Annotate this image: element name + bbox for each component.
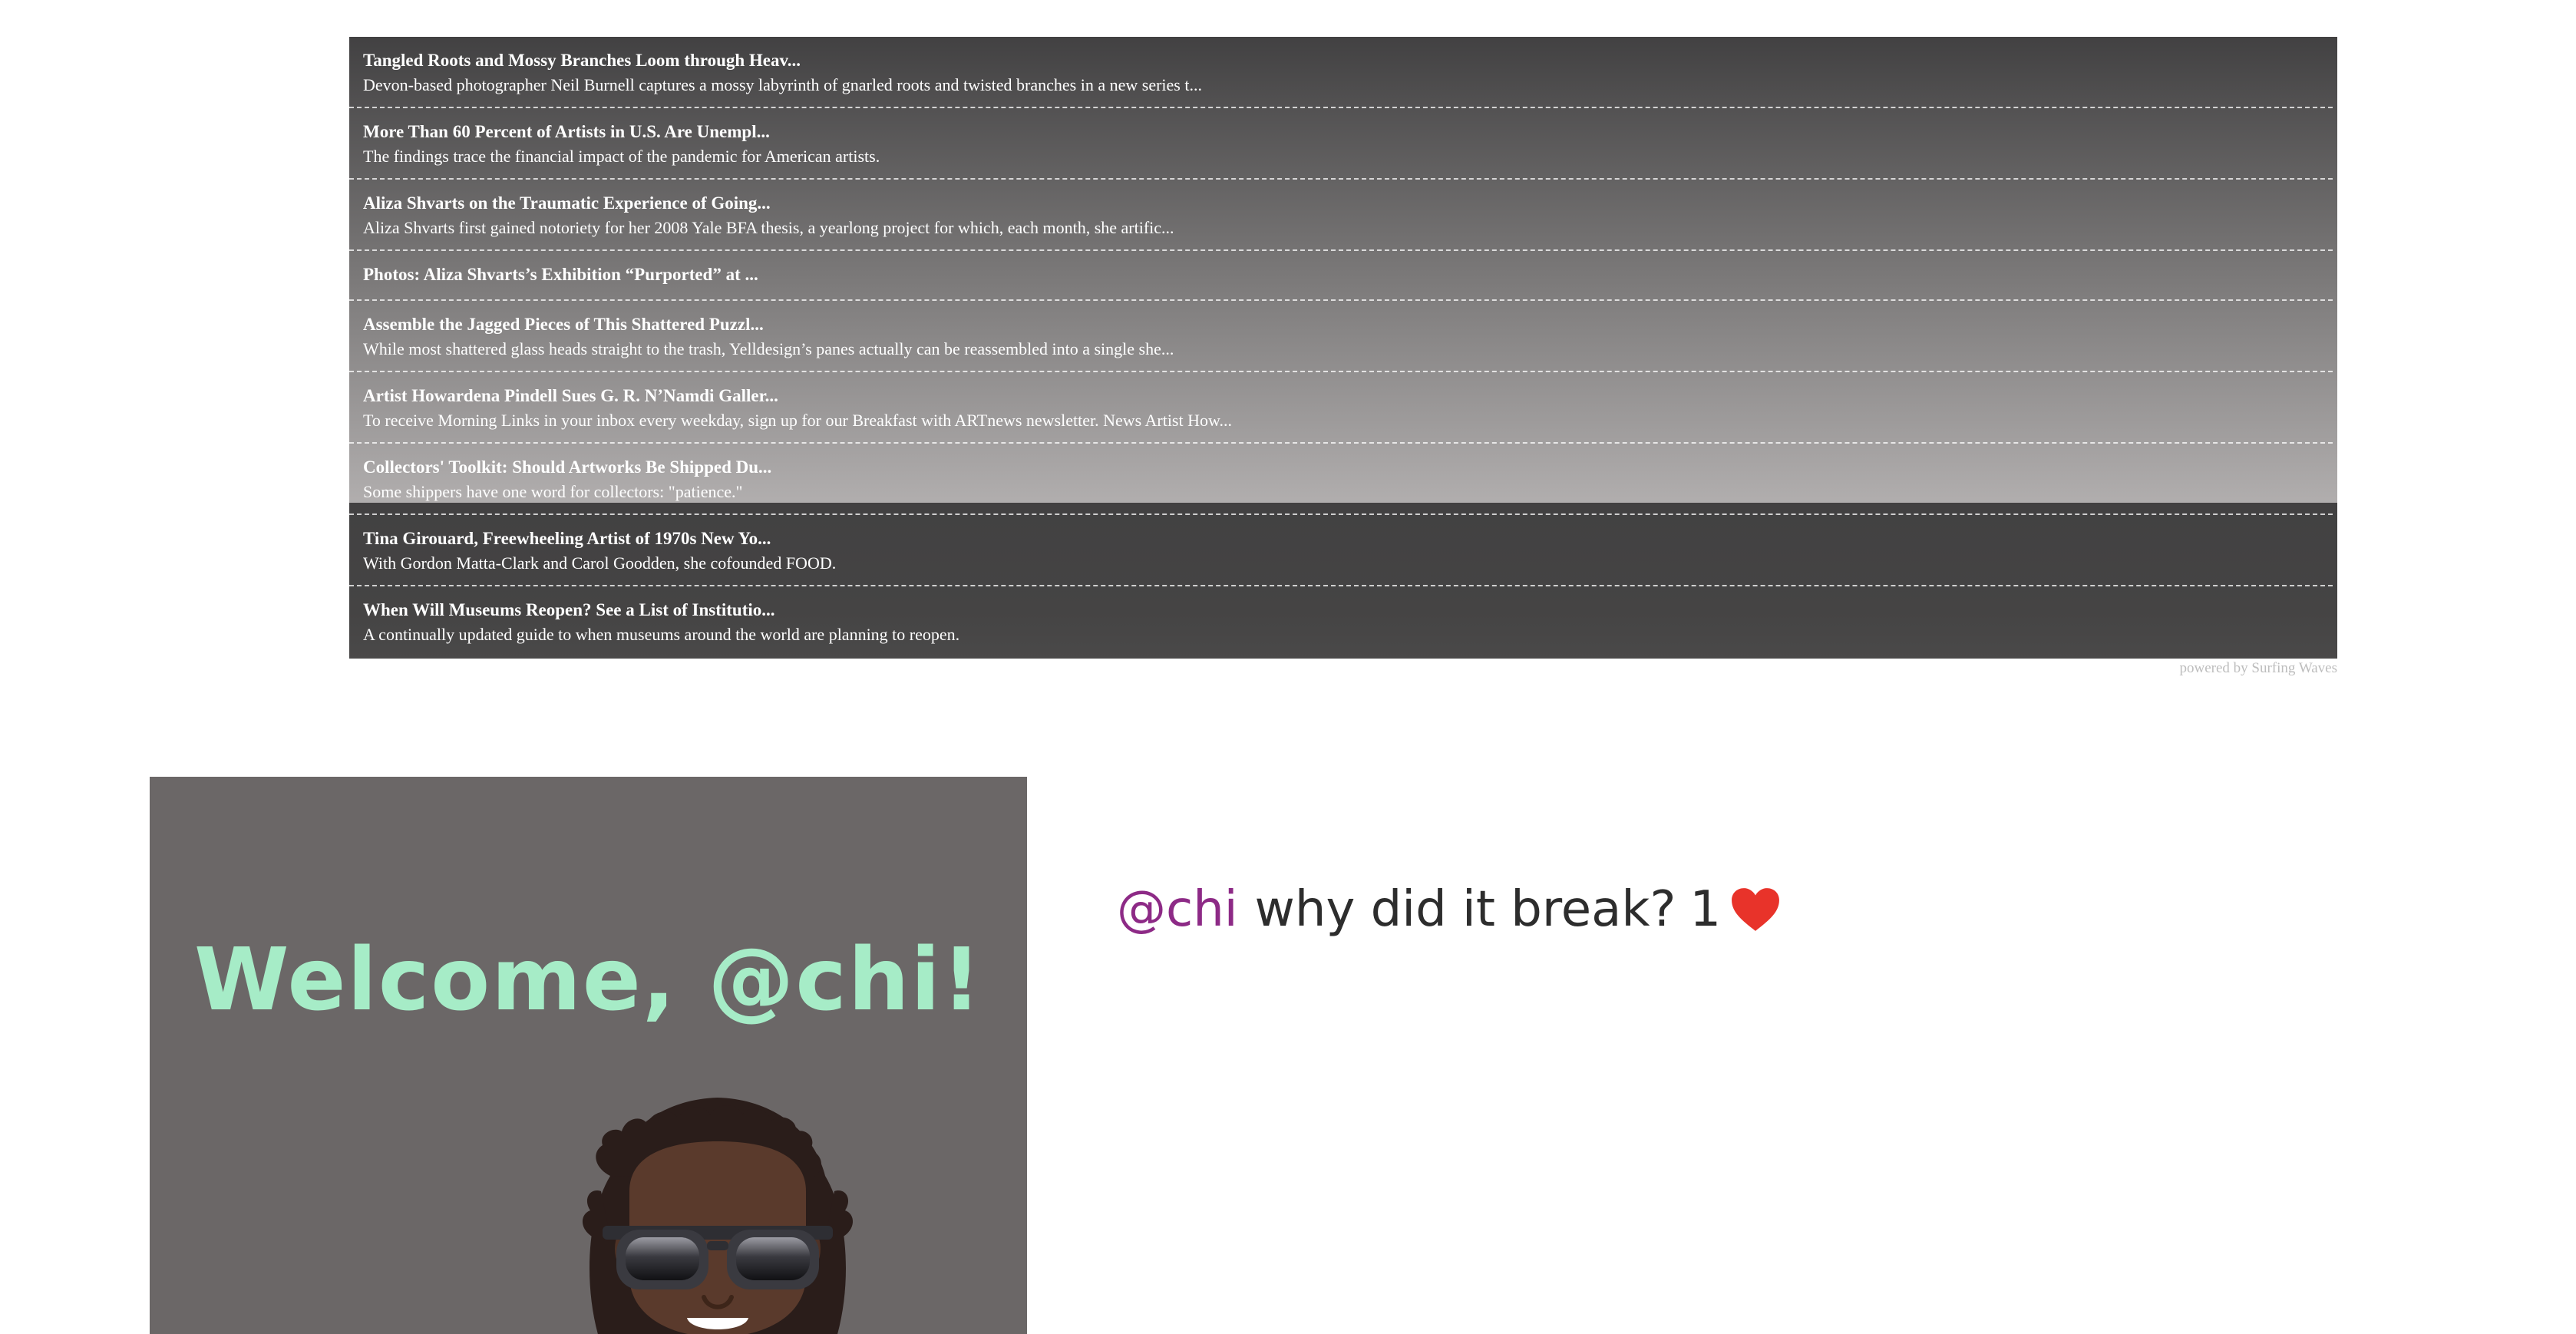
feed-item-title[interactable]: Aliza Shvarts on the Traumatic Experienc… <box>363 192 2319 215</box>
feed-item-description: Devon-based photographer Neil Burnell ca… <box>363 75 1202 94</box>
feed-item[interactable]: Assemble the Jagged Pieces of This Shatt… <box>349 301 2333 372</box>
feed-item-description: Aliza Shvarts first gained notoriety for… <box>363 218 1174 237</box>
feed-item-title[interactable]: Tina Girouard, Freewheeling Artist of 19… <box>363 527 2319 550</box>
feed-item-description: With Gordon Matta-Clark and Carol Goodde… <box>363 553 837 573</box>
feed-item[interactable]: Collectors' Toolkit: Should Artworks Be … <box>349 444 2333 515</box>
post-line: @chi why did it break? 1 <box>1117 875 1781 944</box>
feed-item-title[interactable]: When Will Museums Reopen? See a List of … <box>363 599 2319 622</box>
feed-item[interactable]: Aliza Shvarts on the Traumatic Experienc… <box>349 180 2333 251</box>
feed-item[interactable]: When Will Museums Reopen? See a List of … <box>349 586 2333 658</box>
feed-item-title[interactable]: Artist Howardena Pindell Sues G. R. N’Na… <box>363 385 2319 408</box>
post-text: why did it break? <box>1254 881 1676 938</box>
feed-item-title[interactable]: More Than 60 Percent of Artists in U.S. … <box>363 121 2319 144</box>
feed-item[interactable]: Photos: Aliza Shvarts’s Exhibition “Purp… <box>349 251 2333 301</box>
avatar <box>582 1098 854 1334</box>
feed-item-description: The findings trace the financial impact … <box>363 147 880 166</box>
post-username[interactable]: @chi <box>1117 881 1238 938</box>
feed-item[interactable]: Tangled Roots and Mossy Branches Loom th… <box>349 37 2333 108</box>
news-feed-list: Tangled Roots and Mossy Branches Loom th… <box>349 37 2337 658</box>
feed-item[interactable]: Artist Howardena Pindell Sues G. R. N’Na… <box>349 372 2333 444</box>
news-feed-widget: Tangled Roots and Mossy Branches Loom th… <box>349 37 2337 659</box>
powered-by-link[interactable]: powered by Surfing Waves <box>2072 660 2338 677</box>
feed-item-title[interactable]: Assemble the Jagged Pieces of This Shatt… <box>363 313 2319 336</box>
feed-item-title[interactable]: Photos: Aliza Shvarts’s Exhibition “Purp… <box>363 263 2319 286</box>
heart-icon[interactable] <box>1730 887 1781 933</box>
like-count: 1 <box>1689 881 1722 938</box>
feed-item-title[interactable]: Tangled Roots and Mossy Branches Loom th… <box>363 49 2319 72</box>
feed-item-description: To receive Morning Links in your inbox e… <box>363 411 1232 430</box>
feed-item-description: A continually updated guide to when muse… <box>363 625 960 644</box>
welcome-card: Welcome, @chi! <box>150 777 1027 1334</box>
welcome-title: Welcome, @chi! <box>193 930 983 1030</box>
feed-item-description: Some shippers have one word for collecto… <box>363 482 743 501</box>
feed-item[interactable]: Tina Girouard, Freewheeling Artist of 19… <box>349 515 2333 586</box>
feed-item-title[interactable]: Collectors' Toolkit: Should Artworks Be … <box>363 456 2319 479</box>
feed-item-description: While most shattered glass heads straigh… <box>363 339 1174 358</box>
feed-item[interactable]: More Than 60 Percent of Artists in U.S. … <box>349 108 2333 180</box>
